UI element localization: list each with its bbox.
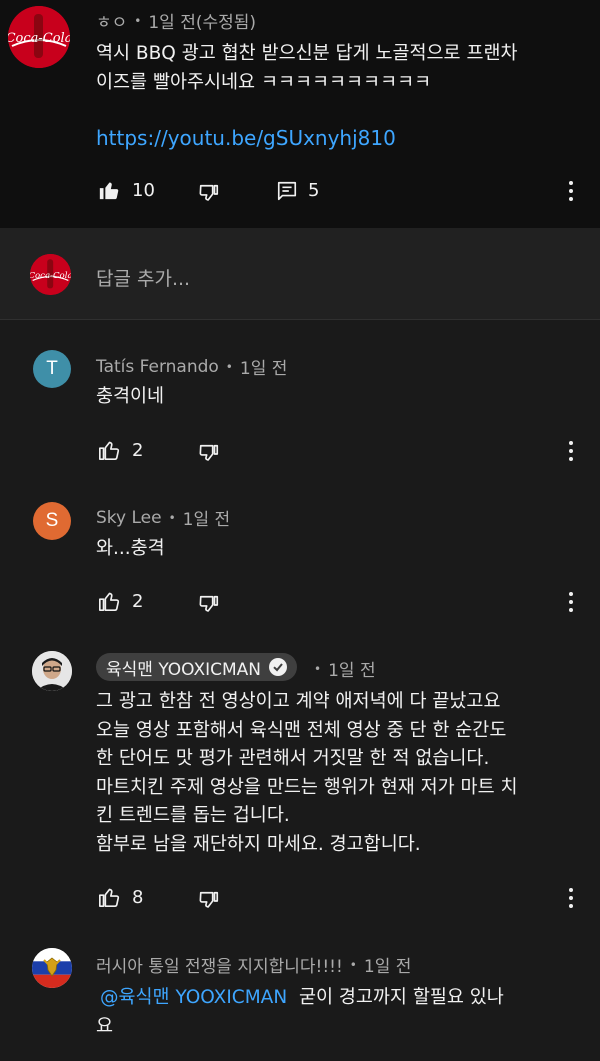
- like-count: 10: [132, 180, 155, 201]
- creator-author-chip[interactable]: 육식맨 YOOXICMAN: [96, 653, 297, 681]
- main-comment-link[interactable]: https://youtu.be/gSUxnyhj810: [96, 126, 396, 150]
- more-vertical-icon: [569, 888, 573, 892]
- reply-text-line2: 요: [96, 1016, 114, 1037]
- thumbs-up-icon: [99, 182, 119, 200]
- reply-text: 그 광고 한참 전 영상이고 계약 애저녁에 다 끝났고요 오늘 영상 포함해서…: [96, 691, 518, 855]
- reply-author[interactable]: Tatís Fernando: [96, 357, 219, 377]
- separator-dot: •: [134, 13, 142, 28]
- reply-time: 1일 전: [239, 359, 288, 379]
- mention-link[interactable]: @육식맨 YOOXICMAN: [100, 987, 287, 1008]
- creator-avatar[interactable]: [32, 651, 72, 691]
- main-comment-time: 1일 전(수정됨): [148, 13, 257, 33]
- reply-input[interactable]: 답글 추가...: [96, 264, 190, 291]
- reply-text: 충격이네: [96, 386, 165, 407]
- reply-author[interactable]: Sky Lee: [96, 508, 162, 528]
- reply-time: 1일 전: [363, 957, 412, 977]
- dislike-button[interactable]: [198, 594, 220, 616]
- reply-meta: 러시아 통일 전쟁을 지지합니다!!!! • 1일 전: [96, 952, 411, 977]
- comment-icon: [277, 181, 297, 201]
- like-button[interactable]: [98, 886, 120, 908]
- dislike-button[interactable]: [198, 890, 220, 912]
- more-options-button[interactable]: [559, 437, 583, 465]
- reply-count: 5: [308, 180, 320, 201]
- more-vertical-icon: [569, 441, 573, 445]
- reply-input-row: [0, 228, 600, 320]
- like-count: 2: [132, 591, 144, 612]
- like-button[interactable]: [98, 179, 120, 201]
- reply-text: @육식맨 YOOXICMAN 굳이 경고까지 할필요 있나: [100, 984, 596, 1013]
- more-options-button[interactable]: [559, 177, 583, 205]
- svg-text:Coca-Cola: Coca-Cola: [30, 271, 71, 281]
- thumbs-up-icon: [99, 441, 120, 460]
- thumbs-down-icon: [199, 444, 219, 461]
- reply-avatar[interactable]: [32, 948, 72, 988]
- reply-author: 육식맨 YOOXICMAN: [106, 659, 261, 680]
- reply-meta: • 1일 전: [314, 656, 376, 681]
- like-count: 2: [132, 440, 144, 461]
- like-button[interactable]: [98, 590, 120, 612]
- reply-avatar[interactable]: T: [33, 350, 71, 388]
- reply-text: 와...충격: [96, 538, 165, 559]
- main-comment-author[interactable]: ㅎㅇ: [96, 8, 127, 33]
- thumbs-down-icon: [199, 595, 219, 612]
- more-vertical-icon: [569, 181, 573, 185]
- reply-time: 1일 전: [328, 661, 376, 681]
- thumbs-down-icon: [199, 891, 219, 908]
- reply-text-rest: 굳이 경고까지 할필요 있나: [298, 987, 504, 1008]
- reply-meta: Sky Lee • 1일 전: [96, 505, 231, 531]
- own-avatar: Coca-Cola: [30, 254, 71, 295]
- more-options-button[interactable]: [559, 884, 583, 912]
- more-vertical-icon: [569, 592, 573, 596]
- like-count: 8: [132, 887, 144, 908]
- more-options-button[interactable]: [559, 588, 583, 616]
- replies-button[interactable]: [276, 180, 298, 202]
- dislike-button[interactable]: [198, 183, 220, 205]
- reply-avatar[interactable]: S: [33, 502, 71, 540]
- thumbs-up-icon: [99, 888, 120, 907]
- verified-check-icon: [269, 658, 287, 676]
- svg-text:Coca-Cola: Coca-Cola: [8, 31, 70, 46]
- reply-meta: Tatís Fernando • 1일 전: [96, 354, 288, 380]
- main-comment-background: [0, 0, 600, 228]
- main-comment-meta: ㅎㅇ • 1일 전(수정됨): [96, 8, 256, 33]
- dislike-button[interactable]: [198, 443, 220, 465]
- main-comment-text: 역시 BBQ 광고 협찬 받으신분 답게 노골적으로 프랜차 이즈를 빨아주시네…: [96, 43, 518, 93]
- like-button[interactable]: [98, 439, 120, 461]
- reply-author[interactable]: 러시아 통일 전쟁을 지지합니다!!!!: [96, 952, 343, 977]
- replies-background: [0, 228, 600, 1061]
- thumbs-up-icon: [99, 592, 120, 611]
- reply-time: 1일 전: [182, 510, 231, 530]
- main-comment-avatar[interactable]: Coca-Cola: [8, 6, 70, 68]
- thumbs-down-icon: [199, 184, 219, 201]
